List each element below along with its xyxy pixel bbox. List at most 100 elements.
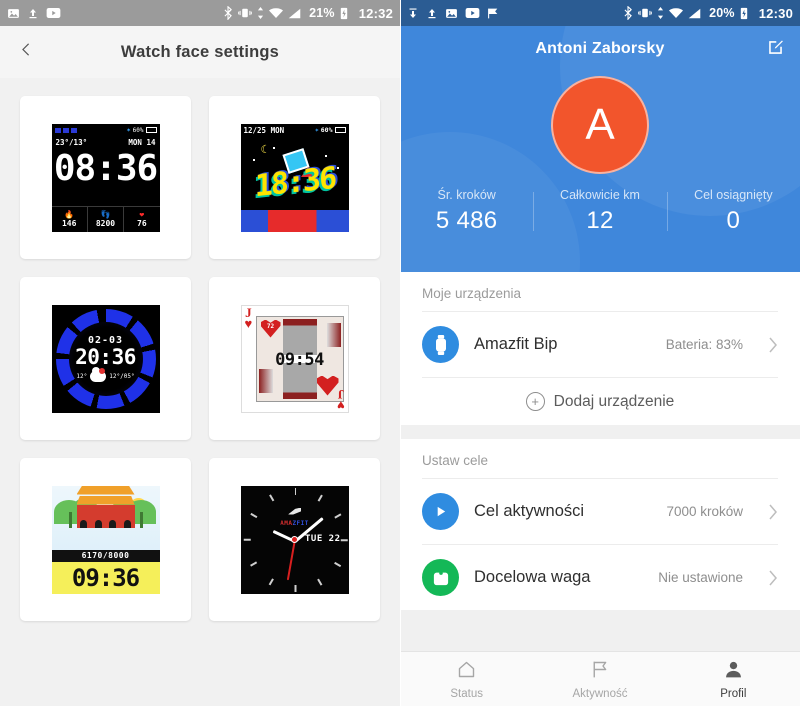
left-statusbar-notification-icons (7, 7, 61, 20)
upload-icon (426, 7, 438, 20)
wf6-day: TUE 22 (304, 533, 341, 544)
watch-face-settings-page: Watch face settings ✶ 60% 23°/13° MON 14… (0, 26, 400, 706)
battery-percent: 21% (309, 6, 335, 20)
wf4-side-decor-right (326, 322, 341, 347)
bluetooth-icon (623, 6, 633, 20)
watch-icon (422, 326, 459, 363)
temple-illustration (76, 485, 135, 528)
watch-face-grid: ✶ 60% 23°/13° MON 14 08:36 🔥 146 👣 8200 … (0, 78, 400, 621)
vibrate-icon (238, 7, 252, 19)
devices-section-title: Moje urządzenia (422, 286, 522, 301)
tab-label: Status (450, 687, 483, 700)
goal-label: Docelowa waga (474, 568, 591, 586)
image-icon (445, 7, 458, 20)
screen-divider (400, 0, 401, 706)
battery-icon (740, 7, 748, 20)
watch-face-card-4[interactable]: J ♥ 72 09:54 ♥ J (209, 277, 380, 440)
tree-icon (139, 511, 143, 528)
flame-icon: 🔥 (64, 210, 75, 219)
bottom-tabbar: Status Aktywność Profil (400, 651, 800, 706)
weight-icon (422, 559, 459, 596)
tab-label: Aktywność (572, 687, 628, 700)
watch-face-preview-analog-black: AMAZFIT TUE 22 (240, 485, 349, 594)
goal-row-activity[interactable]: Cel aktywności 7000 kroków (400, 479, 800, 544)
wf1-time: 08:36 (53, 148, 158, 189)
wf5-scene (51, 485, 160, 550)
wf1-battery: 60% (132, 126, 144, 134)
watch-face-card-2[interactable]: 12/25 MON ✶ 60% ☾ 18:36 (209, 96, 380, 259)
profile-page: Antoni Zaborsky A Śr. kroków 5 486 Całko… (400, 26, 800, 706)
watch-face-card-3[interactable]: 02-03 20:36 12° 12°/05° (20, 277, 191, 440)
add-device-button[interactable]: + Dodaj urządzenie (400, 378, 800, 425)
wifi-icon (669, 7, 684, 19)
device-battery: Bateria: 83% (665, 337, 743, 352)
appbar: Watch face settings (0, 26, 400, 78)
image-icon (7, 7, 20, 20)
section-gap (400, 425, 800, 439)
device-row-amazfit-bip[interactable]: Amazfit Bip Bateria: 83% (400, 312, 800, 377)
cloud-icon (90, 367, 107, 383)
goals-section: Ustaw cele Cel aktywności 7000 kroków Do… (400, 439, 800, 610)
wf2-ground-decor (240, 209, 349, 232)
wf3-temp-range: 12°/05° (109, 373, 135, 381)
battery-icon (340, 7, 348, 20)
sync-icon (257, 7, 264, 19)
youtube-icon (465, 7, 480, 19)
wf4-rank-corner: J ♥ (245, 306, 253, 330)
wf1-calories-value: 146 (61, 219, 77, 228)
chevron-right-icon (768, 504, 778, 520)
profile-hero: Antoni Zaborsky A Śr. kroków 5 486 Całko… (400, 26, 800, 272)
moon-icon: ☾ (260, 142, 268, 156)
wf6-brand-text: AMAZFIT (280, 519, 309, 527)
check-flag-icon (487, 7, 500, 20)
add-device-label: Dodaj urządzenie (553, 392, 675, 410)
tab-activity[interactable]: Aktywność (533, 652, 666, 706)
wf1-steps-value: 8200 (95, 219, 116, 228)
clock: 12:30 (758, 5, 793, 21)
left-statusbar: 21% 12:32 (0, 0, 400, 26)
tree-icon (68, 511, 72, 528)
clock: 12:32 (358, 5, 393, 21)
download-icon (407, 7, 419, 20)
signal-icon (288, 8, 301, 19)
watch-face-card-1[interactable]: ✶ 60% 23°/13° MON 14 08:36 🔥 146 👣 8200 … (20, 96, 191, 259)
avatar-initial: A (585, 100, 615, 149)
wf4-side-decor-left (258, 368, 273, 393)
sync-icon (657, 7, 664, 19)
goal-label: Cel aktywności (474, 502, 585, 520)
back-button[interactable] (0, 41, 52, 63)
avatar[interactable]: A (551, 76, 649, 174)
watch-face-preview-temple: 6170/8000 09:36 (51, 485, 160, 594)
wf1-stat-steps: 👣 8200 (88, 206, 125, 232)
bluetooth-icon (223, 6, 233, 20)
wf1-stat-calories: 🔥 146 (52, 206, 88, 232)
hero-stats: Śr. kroków 5 486 Całkowicie km 12 Cel os… (400, 188, 800, 235)
right-statusbar-system-icons: 20% 12:30 (623, 6, 793, 21)
wf4-heart-rate: 72 (266, 322, 275, 330)
stat-label: Całkowicie km (560, 188, 640, 202)
wf6-logo (288, 507, 301, 515)
wf3-time: 20:36 (75, 344, 136, 369)
user-name: Antoni Zaborsky (535, 40, 665, 57)
watch-face-card-5[interactable]: 6170/8000 09:36 (20, 458, 191, 621)
tab-profile[interactable]: Profil (667, 652, 800, 706)
person-icon (723, 659, 744, 685)
edit-profile-button[interactable] (762, 37, 788, 63)
heart-rate-badge: 72 (260, 319, 281, 338)
back-chevron-icon (18, 41, 35, 63)
play-icon (422, 493, 459, 530)
device-name: Amazfit Bip (474, 335, 558, 353)
wf5-time: 09:36 (51, 561, 160, 594)
tab-status[interactable]: Status (400, 652, 533, 706)
wf2-battery: 60% (320, 126, 333, 134)
heart-icon (316, 375, 339, 396)
stat-avg-steps: Śr. kroków 5 486 (400, 188, 533, 235)
watch-face-preview-digital-weather: ✶ 60% 23°/13° MON 14 08:36 🔥 146 👣 8200 … (51, 123, 160, 232)
watch-face-card-6[interactable]: AMAZFIT TUE 22 (209, 458, 380, 621)
goal-row-weight[interactable]: Docelowa waga Nie ustawione (400, 545, 800, 610)
wf2-time: 18:36 (254, 160, 335, 204)
tab-label: Profil (720, 687, 747, 700)
signal-icon (688, 8, 701, 19)
stat-label: Śr. kroków (437, 188, 496, 202)
watch-face-preview-blue-ring: 02-03 20:36 12° 12°/05° (51, 304, 160, 413)
